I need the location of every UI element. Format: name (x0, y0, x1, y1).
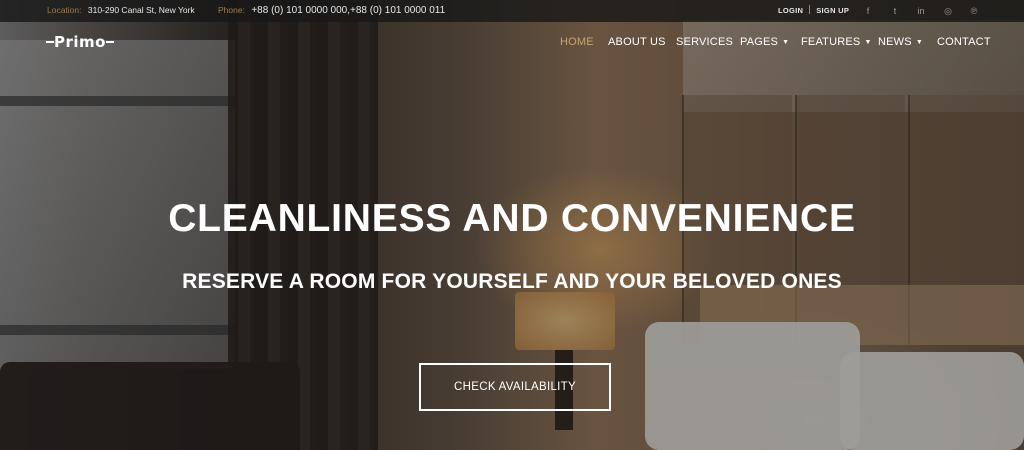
nav-item-home[interactable]: HOME (560, 36, 594, 48)
hero-headline: CLEANLINESS AND CONVENIENCE (168, 197, 856, 240)
hero-subheadline: RESERVE A ROOM FOR YOURSELF AND YOUR BEL… (182, 270, 842, 293)
site-logo[interactable]: Primo (46, 33, 114, 51)
location-info: Location: 310-290 Canal St, New York (47, 5, 195, 15)
linkedin-icon[interactable]: in (913, 3, 929, 19)
auth-divider (809, 5, 811, 14)
location-label: Location: (47, 5, 82, 15)
logo-dash (105, 41, 114, 43)
nav-item-pages[interactable]: PAGES ▼ (740, 36, 789, 48)
nav-item-pages-label: PAGES (740, 36, 779, 48)
top-info-bar: Location: 310-290 Canal St, New York Pho… (0, 0, 1024, 22)
nav-item-about-us[interactable]: ABOUT US (608, 36, 666, 48)
phone-label: Phone: (218, 5, 245, 15)
nav-item-features-label: FEATURES (801, 36, 861, 48)
logo-text: Primo (54, 33, 106, 51)
chevron-down-icon: ▼ (782, 39, 790, 46)
phone-value: +88 (0) 101 0000 000,+88 (0) 101 0000 01… (251, 5, 446, 16)
instagram-icon[interactable]: ◎ (940, 3, 956, 19)
nav-item-services[interactable]: SERVICES (676, 36, 733, 48)
chevron-down-icon: ▼ (915, 39, 923, 46)
nav-item-news[interactable]: NEWS ▼ (878, 36, 923, 48)
nav-item-features[interactable]: FEATURES ▼ (801, 36, 872, 48)
hero-section: Location: 310-290 Canal St, New York Pho… (0, 0, 1024, 450)
facebook-icon[interactable]: f (860, 3, 876, 19)
nav-item-news-label: NEWS (878, 36, 912, 48)
phone-info: Phone: +88 (0) 101 0000 000,+88 (0) 101 … (218, 5, 445, 16)
logo-dash (46, 41, 54, 43)
auth-links: LOGIN SIGN UP (778, 5, 849, 15)
login-link[interactable]: LOGIN (778, 6, 803, 15)
signup-link[interactable]: SIGN UP (816, 6, 849, 15)
nav-item-contact[interactable]: CONTACT (937, 36, 991, 48)
pinterest-icon[interactable]: ℗ (966, 3, 982, 19)
location-value: 310-290 Canal St, New York (87, 5, 195, 15)
chevron-down-icon: ▼ (864, 39, 872, 46)
check-availability-button[interactable]: CHECK AVAILABILITY (419, 363, 611, 411)
twitter-icon[interactable]: t (887, 3, 903, 19)
